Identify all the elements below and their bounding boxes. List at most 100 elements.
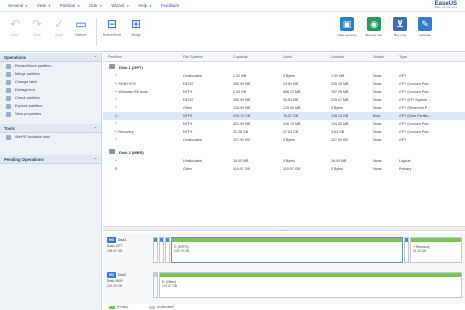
menu-feedback[interactable]: Feedback — [161, 3, 179, 8]
partition-bar — [166, 238, 169, 242]
partition-bar — [405, 238, 408, 242]
table-cell: FAT32 — [183, 98, 194, 102]
column-header[interactable]: Used — [283, 55, 292, 59]
partition-block[interactable]: C: (NTFS) 204.70 GB — [171, 237, 403, 263]
menu-wizard[interactable]: Wizard ▼ — [111, 3, 129, 8]
menu-general[interactable]: General ▼ — [8, 3, 28, 8]
operations-title: Operations — [4, 54, 27, 60]
table-row[interactable]: * Unallocated 16.00 MB 0 Bytes 16.00 MB None L… — [103, 157, 465, 165]
table-cell: 30.53 MB — [283, 98, 299, 102]
undo-button[interactable]: ↶ Undo — [4, 15, 26, 37]
menu-label: Feedback — [161, 3, 180, 8]
table-row[interactable]: *: SONYSYS FAT32 260.00 MB 24.84 MB 235.16 M… — [103, 80, 465, 88]
sidebar-item-winpe-bootable-disk[interactable]: WinPE bootable disk — [0, 133, 101, 141]
menu-disk[interactable]: Disk ▼ — [89, 3, 102, 8]
disk-map-2[interactable]: HD Disk2 Basic MBR 119.09 GB E: (Other) 119.0… — [103, 268, 465, 304]
disk-header-row[interactable]: Disk 2 (MBR) — [103, 148, 465, 156]
table-cell: 128.13 GB — [331, 114, 349, 118]
table-cell: None — [373, 98, 382, 102]
partition-block[interactable]: E: (Other) 119.07 GB — [159, 272, 462, 298]
sidebar-item-check-partition[interactable]: Check partition — [0, 94, 101, 102]
partition-block[interactable] — [404, 237, 409, 263]
table-cell: 128.00 MB — [283, 106, 301, 110]
column-header[interactable]: Partition — [108, 55, 122, 59]
partition-block[interactable] — [165, 237, 170, 263]
partition-block[interactable] — [159, 237, 164, 263]
table-cell: *: Windows RE tools — [115, 90, 148, 94]
toolbar-separator — [96, 18, 97, 46]
resize-move-button[interactable]: ⊟ Resize/Move — [100, 15, 124, 37]
column-header[interactable]: File System — [183, 55, 203, 59]
operation-icon — [6, 134, 11, 140]
panel-splitter[interactable]: •••••• — [103, 226, 465, 232]
table-cell: 0 Bytes — [331, 106, 343, 110]
table-row[interactable]: * Other 128.00 MB 128.00 MB 0 Bytes None GPT (… — [103, 104, 465, 112]
menu-partition[interactable]: Partition ▼ — [60, 3, 80, 8]
backup-tool-button[interactable]: ◉ Backup tool — [362, 15, 386, 37]
operations-header[interactable]: Operations ⌃ — [0, 53, 101, 62]
table-cell: Logical — [399, 159, 411, 163]
menu-label: Help — [138, 3, 148, 8]
disk-header-row[interactable]: Disk 1 (GPT) — [103, 63, 465, 71]
table-cell: Unallocated — [183, 74, 202, 78]
disk-info: HD Disk1 Basic GPT 238.47 GB — [107, 237, 149, 265]
table-row[interactable]: *: Recovery NTFS 31.26 GB 27.63 GB 3.63 GB No… — [103, 128, 465, 136]
partition-block[interactable] — [153, 237, 158, 263]
sidebar-item-merge-partition[interactable]: Merge partition — [0, 70, 101, 78]
table-row[interactable]: * FAT32 260.00 MB 30.53 MB 229.47 MB None GPT … — [103, 96, 465, 104]
column-header[interactable]: Unused — [331, 55, 344, 59]
table-cell: 1.00 MB — [233, 74, 247, 78]
merge-button[interactable]: ⊞ Merge — [124, 15, 148, 37]
partition-bar — [411, 238, 461, 242]
data-recovery-button[interactable]: ▣ Data recovery — [335, 15, 359, 37]
sidebar-item-view-properties[interactable]: View properties — [0, 110, 101, 118]
menu-help[interactable]: Help ▼ — [138, 3, 152, 8]
column-header[interactable]: Capacity — [233, 55, 248, 59]
disk-size: 119.09 GB — [107, 284, 123, 289]
partition-size: 119.07 GB — [162, 284, 178, 288]
table-cell: 316.70 MB — [283, 122, 301, 126]
pending-operations-header[interactable]: Pending Operations ⌃ — [0, 155, 101, 164]
table-row[interactable]: *: Windows RE tools NTFS 1.44 GB 686.72 MB 7… — [103, 88, 465, 96]
tools-header[interactable]: Tools ⌃ — [0, 124, 101, 133]
data-recovery-icon: ▣ — [340, 17, 354, 31]
sidebar-item-resize-move-partition[interactable]: Resize/Move partition — [0, 62, 101, 70]
table-cell: 128.00 MB — [233, 106, 251, 110]
table-row[interactable]: E: Other 119.07 GB 119.07 GB 0 Bytes None Prim… — [103, 165, 465, 173]
table-row[interactable]: * Unallocated 1.00 MB 0 Bytes 1.00 MB None GPT — [103, 72, 465, 80]
apply-button[interactable]: ✓ Apply — [48, 15, 70, 37]
disk-icon — [109, 64, 115, 69]
collapse-icon[interactable]: ⌃ — [94, 157, 97, 162]
collapse-icon[interactable]: ⌃ — [94, 55, 97, 60]
column-header[interactable]: Type — [399, 55, 407, 59]
table-row[interactable]: * Unallocated 227.00 KB 0 Bytes 227.00 KB Non… — [103, 136, 465, 144]
refresh-button[interactable]: ▭ Refresh — [70, 15, 92, 37]
column-header[interactable]: Status — [373, 55, 384, 59]
sidebar-item-defragment[interactable]: Defragment — [0, 86, 101, 94]
table-cell: Other — [183, 106, 192, 110]
redo-icon: ↷ — [31, 17, 43, 31]
activate-button[interactable]: ✎ Activate — [413, 15, 437, 37]
partition-bar — [160, 273, 461, 277]
buy-now-button[interactable]: ⊻ Buy now — [388, 15, 412, 37]
table-cell: Unallocated — [183, 138, 202, 142]
redo-button[interactable]: ↷ Redo — [26, 15, 48, 37]
sidebar-item-explore-partition[interactable]: Explore partition — [0, 102, 101, 110]
table-cell: Boot — [373, 114, 381, 118]
button-label: Merge — [131, 33, 141, 37]
menu-view[interactable]: View ▼ — [37, 3, 51, 8]
collapse-icon[interactable]: ⌃ — [94, 126, 97, 131]
table-row[interactable]: C: NTFS 204.70 GB 76.57 GB 128.13 GB Boot GPT … — [103, 112, 465, 120]
disk-title: Disk 2 (MBR) — [119, 150, 144, 155]
partition-block[interactable] — [153, 272, 158, 298]
menu-bar: General ▼ View ▼ Partition ▼ Disk ▼ Wizard ▼ Help ▼… — [0, 0, 465, 12]
disk-map-1[interactable]: HD Disk1 Basic GPT 238.47 GB C: (NTFS) 204.70… — [103, 233, 465, 269]
table-cell: Unallocated — [183, 159, 202, 163]
table-cell: 31.26 GB — [233, 130, 249, 134]
table-row[interactable]: * NTFS 451.00 MB 316.70 MB 134.30 MB None GPT … — [103, 120, 465, 128]
partition-block[interactable]: *: Recovery 31.26 GB — [410, 237, 462, 263]
table-cell: None — [373, 138, 382, 142]
sidebar-item-change-label[interactable]: Change label — [0, 78, 101, 86]
table-cell: 134.30 MB — [331, 122, 349, 126]
table-cell: 0 Bytes — [283, 159, 295, 163]
